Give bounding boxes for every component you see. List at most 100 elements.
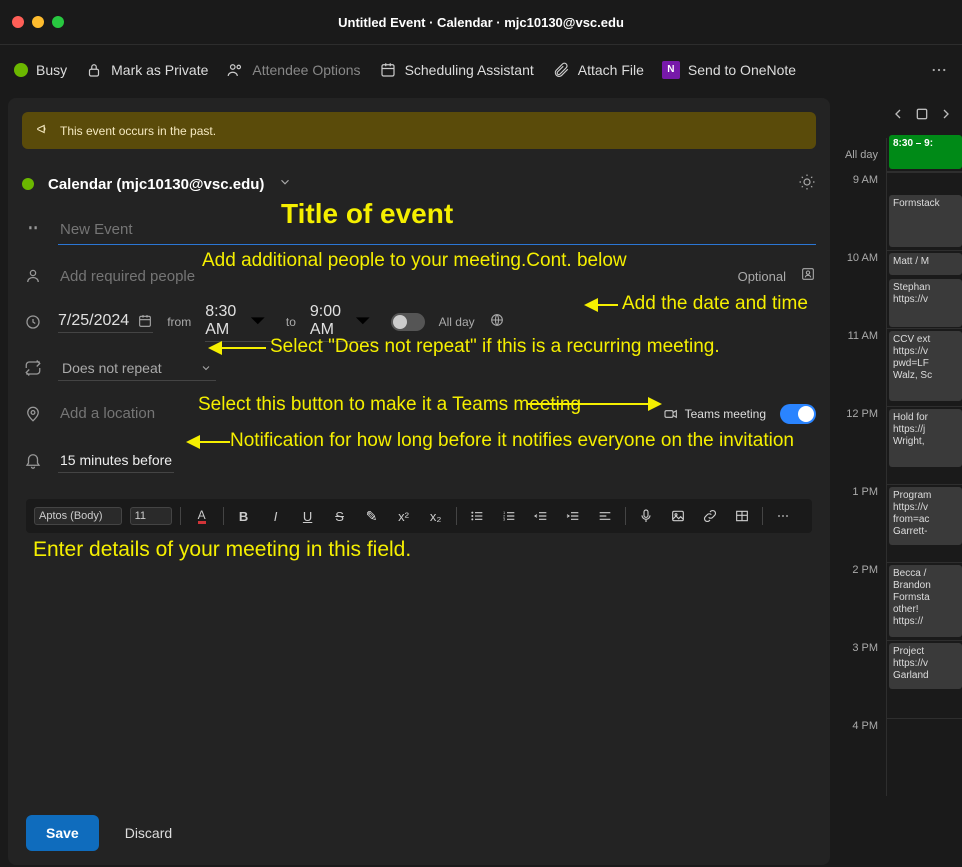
people-icon (226, 61, 244, 79)
to-label: to (286, 315, 296, 329)
bold-button[interactable]: B (232, 505, 256, 527)
numbered-list-button[interactable]: 123 (497, 505, 521, 527)
new-event-chip[interactable]: 8:30 – 9: (889, 135, 962, 169)
end-time-picker[interactable]: 9:00 AM (310, 303, 377, 342)
more-formatting-button[interactable] (771, 505, 795, 527)
theme-toggle-icon[interactable] (798, 173, 816, 196)
align-button[interactable] (593, 505, 617, 527)
hour-row: 2 PMBecca / BrandonFormstaother!https:// (838, 562, 962, 640)
reminder-dropdown[interactable]: 15 minutes before (58, 448, 174, 473)
all-day-toggle[interactable] (391, 313, 425, 331)
bell-icon (22, 451, 44, 469)
send-to-onenote-button[interactable]: N Send to OneNote (662, 61, 796, 79)
contacts-picker-icon[interactable] (800, 266, 816, 287)
font-color-button[interactable]: A (189, 506, 215, 526)
optional-attendees-label[interactable]: Optional (738, 269, 786, 284)
subscript-button[interactable]: x₂ (424, 505, 448, 527)
chevron-down-icon[interactable] (278, 175, 292, 194)
hour-row: 11 AMCCV exthttps://vpwd=LFWalz, Sc (838, 328, 962, 406)
recurrence-dropdown[interactable]: Does not repeat (58, 356, 216, 381)
hour-cell[interactable]: Hold forhttps://jWright, (886, 406, 962, 484)
bullet-list-button[interactable] (465, 505, 489, 527)
discard-button[interactable]: Discard (113, 815, 184, 851)
superscript-button[interactable]: x² (392, 505, 416, 527)
separator (223, 507, 224, 525)
image-button[interactable] (666, 505, 690, 527)
hour-cell[interactable]: CCV exthttps://vpwd=LFWalz, Sc (886, 328, 962, 406)
hour-row: 3 PMProject https://vGarland (838, 640, 962, 718)
lock-icon (85, 61, 103, 79)
close-window-button[interactable] (12, 16, 24, 28)
hour-cell[interactable]: 8:30 – 9:Formstack (886, 172, 962, 250)
quote-icon (22, 221, 44, 239)
hour-row: 9 AM8:30 – 9:Formstack (838, 172, 962, 250)
calendar-event[interactable]: CCV exthttps://vpwd=LFWalz, Sc (889, 331, 962, 401)
mark-private-button[interactable]: Mark as Private (85, 61, 208, 79)
scheduling-assistant-button[interactable]: Scheduling Assistant (379, 61, 534, 79)
location-row: Teams meeting (22, 393, 816, 435)
svg-text:3: 3 (503, 517, 506, 522)
start-time-value: 8:30 AM (205, 303, 236, 339)
hour-label: 12 PM (838, 406, 886, 484)
save-button[interactable]: Save (26, 815, 99, 851)
onenote-icon: N (662, 61, 680, 79)
scheduling-assistant-label: Scheduling Assistant (405, 62, 534, 78)
strip-today-button[interactable] (914, 106, 930, 127)
richtext-toolbar: Aptos (Body) 11 A B I U S ✎ x² x₂ 123 (26, 499, 812, 533)
busy-status-label: Busy (36, 62, 67, 78)
font-family-select[interactable]: Aptos (Body) (34, 507, 122, 525)
calendar-event[interactable]: Project https://vGarland (889, 643, 962, 689)
timezone-icon[interactable] (489, 312, 505, 333)
busy-status-dropdown[interactable]: Busy (14, 62, 67, 78)
hour-row: 12 PMHold forhttps://jWright, (838, 406, 962, 484)
event-toolbar: Busy Mark as Private Attendee Options Sc… (0, 44, 962, 94)
strip-prev-button[interactable] (890, 106, 906, 127)
calendar-event[interactable]: Hold forhttps://jWright, (889, 409, 962, 467)
font-size-select[interactable]: 11 (130, 507, 172, 525)
fullscreen-window-button[interactable] (52, 16, 64, 28)
hour-cell[interactable]: Project https://vGarland (886, 640, 962, 718)
person-icon (22, 267, 44, 285)
attach-file-button[interactable]: Attach File (552, 61, 644, 79)
hour-cell[interactable] (886, 718, 962, 796)
hour-row: 1 PMProgramhttps://vfrom=acGarrett- (838, 484, 962, 562)
hour-cell[interactable]: Becca / BrandonFormstaother!https:// (886, 562, 962, 640)
window-title: Untitled Event · Calendar · mjc10130@vsc… (0, 15, 962, 30)
minimize-window-button[interactable] (32, 16, 44, 28)
hour-cell[interactable]: Matt / M Stephanhttps://v (886, 250, 962, 328)
attendee-options-button[interactable]: Attendee Options (226, 61, 360, 79)
highlight-button[interactable]: ✎ (360, 506, 384, 526)
table-button[interactable] (730, 505, 754, 527)
calendar-name[interactable]: Calendar (mjc10130@vsc.edu) (48, 176, 264, 193)
calendar-event[interactable]: Becca / BrandonFormstaother!https:// (889, 565, 962, 637)
event-body-textarea[interactable] (26, 543, 812, 791)
clock-icon (22, 313, 44, 331)
hour-label: 9 AM (838, 172, 886, 250)
strip-nav (838, 94, 962, 138)
teams-meeting-toggle[interactable] (780, 404, 816, 424)
teams-meeting-label-wrap: Teams meeting (663, 406, 766, 422)
indent-button[interactable] (561, 505, 585, 527)
toolbar-more-button[interactable] (930, 61, 948, 79)
location-input[interactable] (58, 401, 649, 427)
chevron-down-icon (349, 307, 377, 335)
link-button[interactable] (698, 505, 722, 527)
hour-cell[interactable]: Programhttps://vfrom=acGarrett- (886, 484, 962, 562)
chevron-down-icon (200, 362, 212, 374)
separator (456, 507, 457, 525)
underline-button[interactable]: U (296, 505, 320, 527)
attendee-options-label: Attendee Options (252, 62, 360, 78)
date-picker[interactable]: 7/25/2024 (58, 312, 153, 333)
required-people-input[interactable] (58, 264, 724, 289)
calendar-event[interactable]: Programhttps://vfrom=acGarrett- (889, 487, 962, 545)
italic-button[interactable]: I (264, 505, 288, 527)
outdent-button[interactable] (529, 505, 553, 527)
calendar-event[interactable]: Matt / M (889, 253, 962, 275)
start-time-picker[interactable]: 8:30 AM (205, 303, 272, 342)
calendar-event[interactable]: Formstack (889, 195, 962, 247)
strikethrough-button[interactable]: S (328, 505, 352, 527)
strip-next-button[interactable] (938, 106, 954, 127)
event-title-input[interactable] (58, 215, 816, 245)
calendar-event[interactable]: Stephanhttps://v (889, 279, 962, 327)
mic-button[interactable] (634, 505, 658, 527)
